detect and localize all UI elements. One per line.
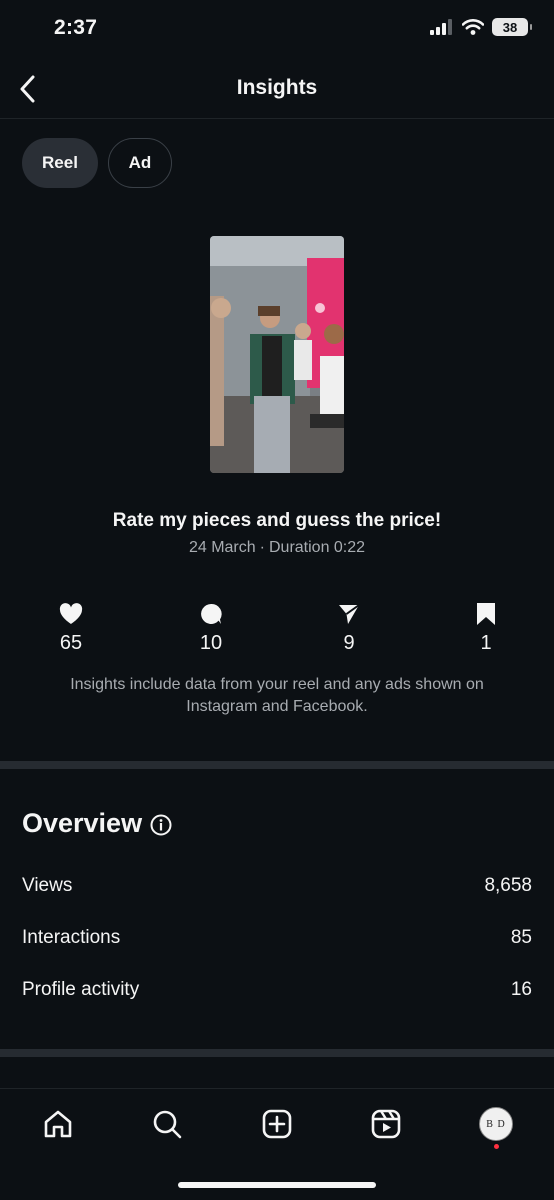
profile-avatar: B D (479, 1107, 513, 1141)
reel-duration: Duration 0:22 (268, 539, 366, 556)
views-value: 8,658 (484, 875, 532, 896)
saves-count: 1 (480, 632, 492, 654)
nav-create[interactable] (255, 1104, 299, 1144)
shares-count: 9 (343, 632, 355, 654)
reel-date: 24 March (188, 539, 256, 556)
likes-count: 65 (59, 632, 83, 654)
section-divider (0, 1049, 554, 1057)
interactions-label: Interactions (22, 927, 121, 948)
tab-ad[interactable]: Ad (108, 138, 172, 188)
reel-title: Rate my pieces and guess the price! (112, 510, 442, 531)
status-icons: 38 (430, 18, 532, 36)
create-icon (262, 1109, 292, 1139)
header-divider (0, 118, 554, 119)
section-divider (0, 761, 554, 769)
nav-home[interactable] (36, 1104, 80, 1144)
reel-meta: 24 March · Duration 0:22 (0, 539, 554, 557)
insights-note: Insights include data from your reel and… (70, 676, 484, 715)
signal-icon (430, 19, 452, 35)
reels-icon (371, 1109, 401, 1139)
meta-separator: · (259, 539, 265, 556)
send-icon (339, 604, 360, 624)
nav-profile[interactable]: B D (474, 1104, 518, 1144)
info-icon (150, 814, 172, 836)
notification-dot (494, 1144, 499, 1149)
views-label: Views (22, 875, 73, 896)
search-icon (153, 1110, 182, 1139)
battery-indicator: 38 (492, 18, 532, 36)
overview-title: Overview (22, 808, 143, 838)
status-time: 2:37 (54, 16, 98, 39)
comments-count: 10 (199, 632, 223, 654)
info-button[interactable] (150, 814, 172, 841)
profile-activity-value: 16 (510, 979, 532, 1000)
heart-icon (59, 603, 83, 624)
page-title: Insights (236, 76, 318, 99)
likes-stat: 65 (31, 600, 111, 655)
comment-icon (201, 603, 222, 624)
nav-reels[interactable] (364, 1104, 408, 1144)
comments-stat: 10 (171, 600, 251, 655)
nav-search[interactable] (145, 1104, 189, 1144)
home-indicator (178, 1182, 376, 1188)
profile-activity-label: Profile activity (22, 979, 140, 1000)
tab-reel[interactable]: Reel (22, 138, 98, 188)
saves-stat: 1 (446, 600, 526, 655)
reel-thumbnail[interactable] (210, 236, 344, 473)
home-icon (44, 1110, 72, 1138)
wifi-icon (462, 19, 484, 35)
bookmark-icon (477, 603, 495, 625)
interactions-value: 85 (510, 927, 532, 948)
nav-divider (0, 1088, 554, 1089)
shares-stat: 9 (309, 600, 389, 655)
